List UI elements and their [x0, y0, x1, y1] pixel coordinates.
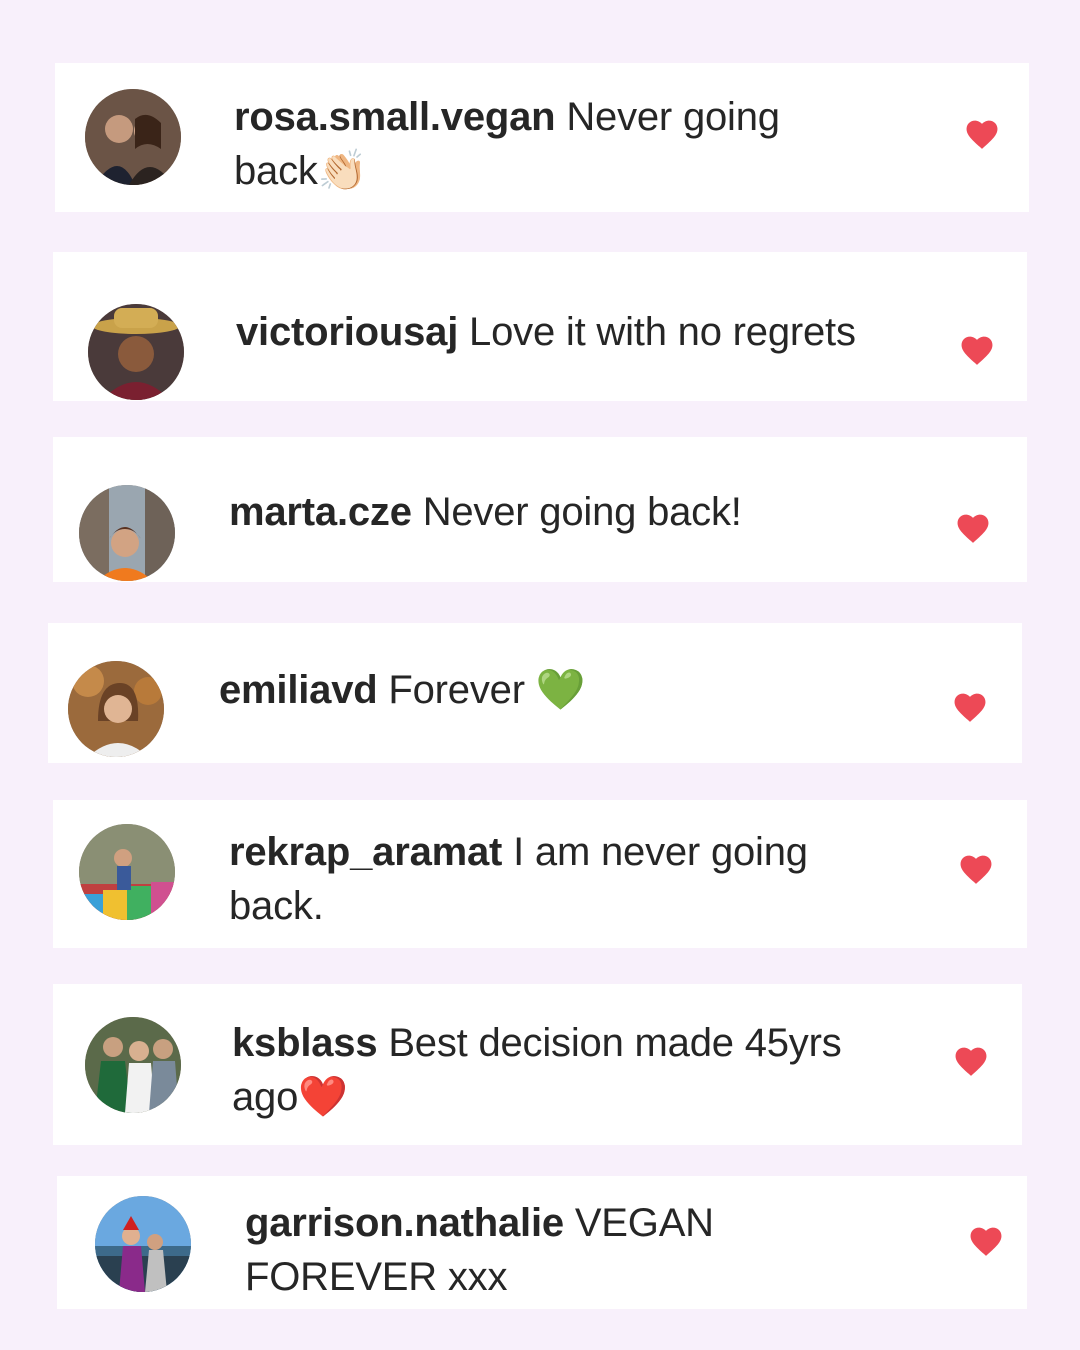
avatar[interactable] [95, 1196, 191, 1292]
like-heart-icon[interactable] [967, 1223, 1005, 1257]
comment-username[interactable]: marta.cze [229, 490, 412, 534]
comment-text: rekrap_aramat I am never going back. [229, 825, 889, 933]
comment-card: rekrap_aramat I am never going back. [53, 800, 1027, 948]
comment-username[interactable]: victoriousaj [236, 310, 458, 354]
comment-card: marta.cze Never going back! [53, 437, 1027, 582]
comment-text: ksblass Best decision made 45yrs ago❤️ [232, 1016, 912, 1124]
like-heart-icon[interactable] [952, 1043, 990, 1077]
avatar[interactable] [85, 1017, 181, 1113]
comment-username[interactable]: rosa.small.vegan [234, 95, 556, 139]
like-heart-icon[interactable] [963, 116, 1001, 150]
green-heart-emoji: 💚 [535, 667, 586, 713]
comment-card: garrison.nathalie VEGAN FOREVER xxx [57, 1176, 1027, 1309]
like-heart-icon[interactable] [954, 510, 992, 544]
like-heart-icon[interactable] [958, 332, 996, 366]
comment-text: marta.cze Never going back! [229, 485, 929, 539]
avatar[interactable] [79, 824, 175, 920]
avatar[interactable] [85, 89, 181, 185]
comment-text: rosa.small.vegan Never going back👏🏻 [234, 90, 874, 198]
like-heart-icon[interactable] [951, 689, 989, 723]
avatar[interactable] [79, 485, 175, 581]
red-heart-emoji: ❤️ [298, 1074, 348, 1120]
comment-text: emiliavd Forever 💚 [219, 663, 919, 717]
comment-username[interactable]: garrison.nathalie [245, 1201, 564, 1245]
comment-card: emiliavd Forever 💚 [48, 623, 1022, 763]
comment-card: victoriousaj Love it with no regrets [53, 252, 1027, 401]
comment-body: Never going back! [422, 490, 742, 534]
avatar[interactable] [88, 304, 184, 400]
comment-body: Forever [388, 668, 536, 712]
comment-username[interactable]: rekrap_aramat [229, 830, 502, 874]
comment-card: rosa.small.vegan Never going back👏🏻 [55, 63, 1029, 212]
clapping-hands-emoji: 👏🏻 [317, 148, 368, 194]
comment-username[interactable]: emiliavd [219, 668, 378, 712]
comment-card: ksblass Best decision made 45yrs ago❤️ [53, 984, 1022, 1145]
comment-text: victoriousaj Love it with no regrets [236, 305, 936, 359]
comment-text: garrison.nathalie VEGAN FOREVER xxx [245, 1196, 805, 1304]
avatar[interactable] [68, 661, 164, 757]
comment-username[interactable]: ksblass [232, 1021, 378, 1065]
like-heart-icon[interactable] [957, 851, 995, 885]
comment-body: Love it with no regrets [469, 310, 856, 354]
